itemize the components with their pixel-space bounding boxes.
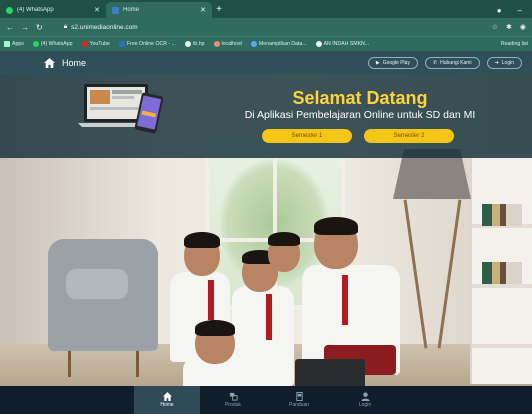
tab-label: (4) WhatsApp	[17, 7, 54, 13]
browser-tab-bar: (4) WhatsApp ✕ Home ✕ + ● –	[0, 0, 532, 18]
product-icon	[229, 392, 238, 401]
reading-list[interactable]: Reading list	[499, 41, 528, 47]
apps-icon	[4, 41, 10, 47]
window-controls: ● –	[487, 2, 532, 18]
minimize-icon[interactable]: –	[518, 6, 522, 15]
login-button[interactable]: ➜ Login	[486, 56, 522, 69]
user-icon	[360, 392, 370, 401]
bookmark-item[interactable]: Free Online OCR - ...	[118, 41, 176, 47]
hero-title: Selamat Datang	[292, 88, 428, 108]
whatsapp-icon	[32, 41, 39, 47]
home-icon	[44, 57, 55, 68]
url-text: s2.unimediaonline.com	[71, 23, 138, 31]
bookmark-item[interactable]: Apps	[4, 41, 24, 47]
address-input[interactable]: 🔒︎ s2.unimediaonline.com	[64, 23, 485, 31]
tab-whatsapp[interactable]: (4) WhatsApp ✕	[0, 2, 106, 18]
site-navbar: Home ▶ Google Play ✆ Hubungi Kami ➜ Logi…	[0, 51, 532, 74]
semester-1-button[interactable]: Semester 1	[262, 129, 352, 143]
login-icon: ➜	[494, 59, 499, 66]
site-favicon-icon	[112, 6, 119, 14]
star-icon[interactable]: ☆	[492, 23, 498, 31]
forward-icon[interactable]: →	[21, 23, 29, 32]
extensions-icon[interactable]: ✱	[506, 23, 512, 31]
hero-section: Selamat Datang Di Aplikasi Pembelajaran …	[0, 74, 532, 386]
bookmark-item[interactable]: YouTube	[81, 41, 110, 47]
hero-banner: Selamat Datang Di Aplikasi Pembelajaran …	[0, 74, 532, 158]
phone-icon: ✆	[432, 59, 438, 66]
close-icon[interactable]: ✕	[94, 6, 100, 14]
contact-button[interactable]: ✆ Hubungi Kami	[424, 56, 480, 69]
bottom-navigation: Home Produk Panduan Login	[0, 386, 532, 414]
back-icon[interactable]: ←	[6, 23, 14, 32]
laptop	[295, 359, 365, 386]
profile-avatar-icon[interactable]: ◉	[520, 23, 526, 31]
hero-subtitle: Di Aplikasi Pembelajaran Online untuk SD…	[244, 109, 476, 121]
close-icon[interactable]: ✕	[200, 6, 206, 14]
ocr-icon	[118, 41, 125, 47]
data-icon	[250, 41, 257, 47]
play-icon: ▶	[375, 59, 380, 66]
profile-icon[interactable]: ●	[497, 6, 502, 15]
home-icon	[162, 392, 172, 401]
navbar-links: ▶ Google Play ✆ Hubungi Kami ➜ Login	[367, 56, 522, 69]
bookmark-item[interactable]: tb.hp	[184, 41, 205, 47]
new-tab-button[interactable]: +	[212, 2, 226, 18]
google-play-button[interactable]: ▶ Google Play	[367, 56, 418, 69]
armchair	[48, 239, 158, 377]
bookmark-item[interactable]: Menampilkan Data...	[250, 41, 307, 47]
bookshelf	[470, 154, 532, 384]
globe-icon	[184, 41, 191, 47]
laptop-phone-illustration	[78, 84, 164, 134]
globe-icon	[315, 41, 322, 47]
guide-icon	[295, 392, 303, 401]
brand-label: Home	[62, 57, 87, 68]
semester-2-button[interactable]: Semester 2	[364, 129, 454, 143]
bookmark-item[interactable]: (4) WhatsApp	[32, 41, 73, 47]
lock-icon: 🔒︎	[63, 23, 68, 30]
bookmarks-bar: Apps (4) WhatsApp YouTube Free Online OC…	[0, 36, 532, 51]
address-bar-row: ← → ↻ 🔒︎ s2.unimediaonline.com ☆ ✱ ◉	[0, 18, 532, 36]
bottom-nav-panduan[interactable]: Panduan	[266, 386, 332, 414]
bookmark-item[interactable]: AN INDAH SMKN...	[315, 41, 369, 47]
reload-icon[interactable]: ↻	[36, 23, 43, 32]
tab-label: Home	[123, 7, 140, 13]
home-link[interactable]: Home	[44, 57, 87, 68]
bookmark-item[interactable]: localhost	[213, 41, 242, 47]
bottom-nav-login[interactable]: Login	[332, 386, 398, 414]
youtube-icon	[81, 41, 88, 47]
bottom-nav-produk[interactable]: Produk	[200, 386, 266, 414]
tab-home[interactable]: Home ✕	[106, 2, 212, 18]
localhost-icon	[213, 41, 220, 47]
whatsapp-icon	[6, 6, 13, 14]
bottom-nav-home[interactable]: Home	[134, 386, 200, 414]
